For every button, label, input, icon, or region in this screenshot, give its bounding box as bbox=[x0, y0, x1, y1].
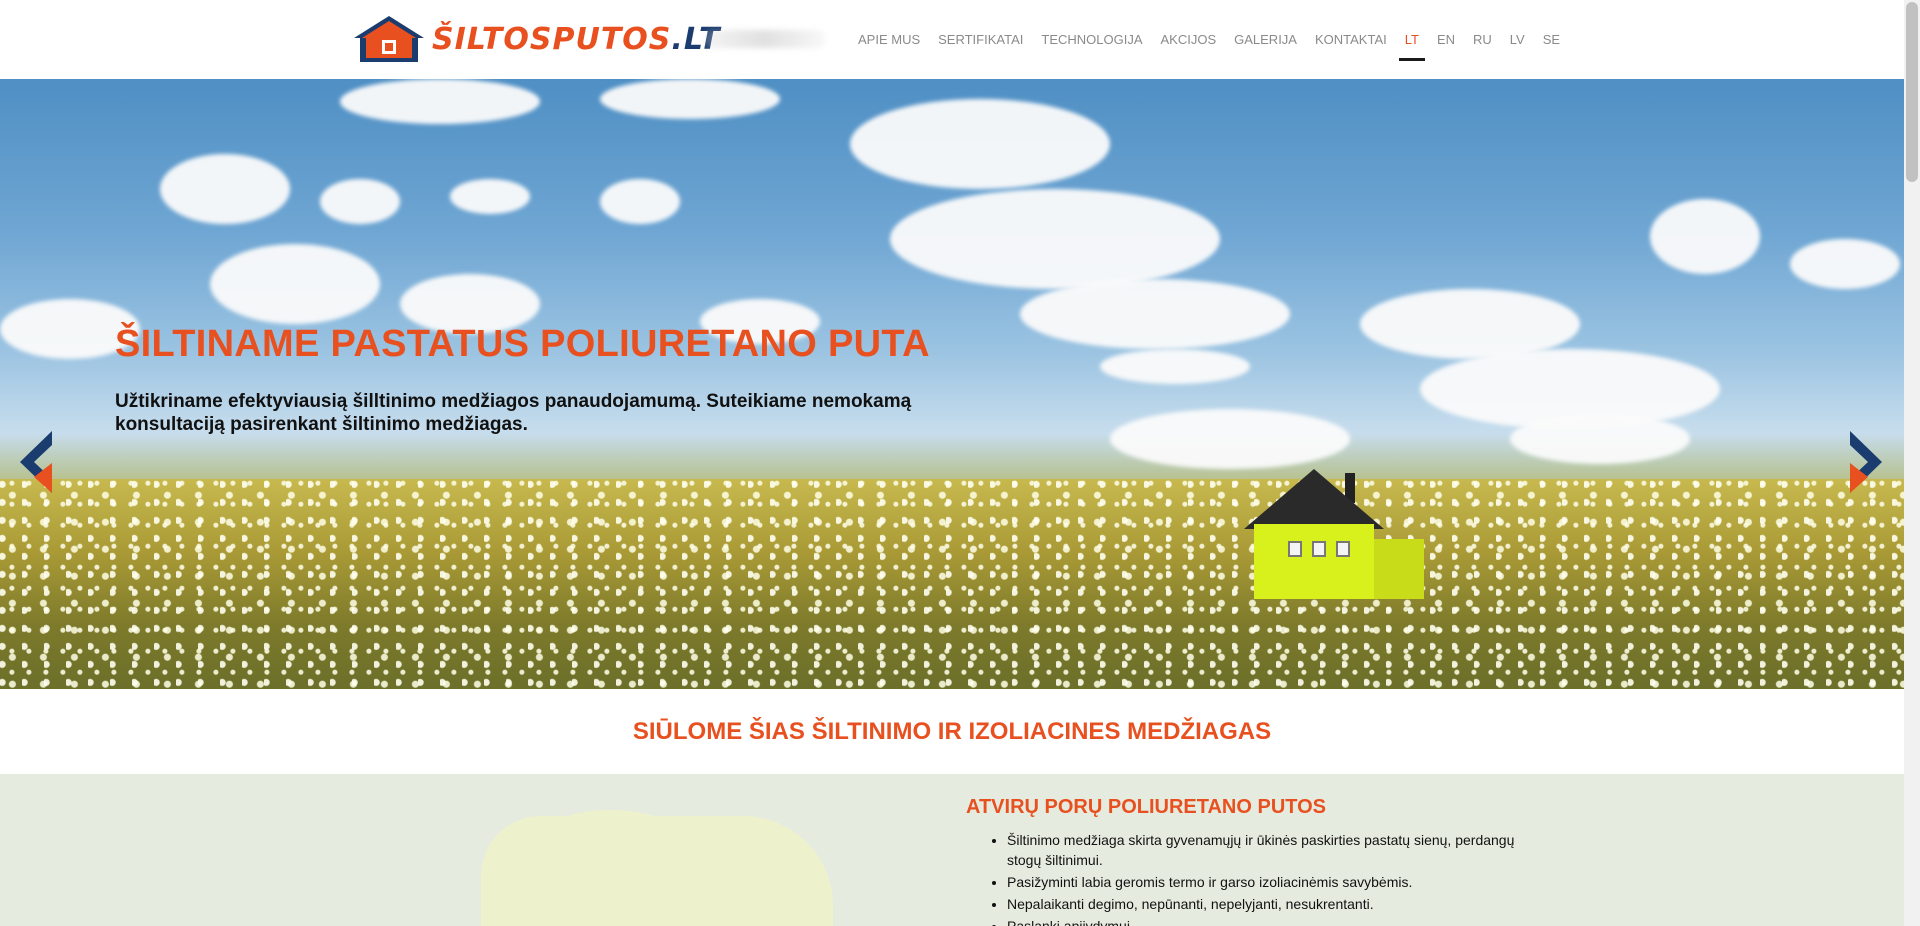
cloud bbox=[450, 179, 530, 214]
cloud bbox=[210, 244, 380, 324]
cloud bbox=[890, 189, 1220, 289]
nav-item-technologija[interactable]: TECHNOLOGIJA bbox=[1032, 31, 1151, 49]
nav-item-sertifikatai[interactable]: SERTIFIKATAI bbox=[929, 31, 1032, 49]
cloud bbox=[1020, 279, 1290, 349]
slider-next-arrow-icon[interactable] bbox=[1850, 431, 1882, 493]
slider-prev-arrow-icon[interactable] bbox=[20, 431, 52, 493]
list-item: Šiltinimo medžiaga skirta gyvenamųjų ir … bbox=[1007, 830, 1527, 870]
nav-item-kontaktai[interactable]: KONTAKTAI bbox=[1306, 31, 1396, 49]
cloud bbox=[850, 99, 1110, 189]
scrollbar-thumb[interactable] bbox=[1906, 2, 1918, 182]
flower-field bbox=[0, 479, 1904, 689]
logo-wordmark: ŠILTOSPUTOS.LT bbox=[432, 22, 720, 57]
house-logo-icon bbox=[354, 16, 424, 62]
cloud bbox=[340, 79, 540, 124]
list-item: Pasižymintі labia geromis termo ir garso… bbox=[1007, 872, 1527, 892]
site-header: ŠILTOSPUTOS.LT APIE MUS SERTIFIKATAI TEC… bbox=[0, 0, 1904, 79]
section-title: SIŪLOME ŠIAS ŠILTINIMO IR IZOLIACINES ME… bbox=[632, 718, 1272, 745]
page-scrollbar[interactable] bbox=[1904, 0, 1920, 926]
logo-name: ŠILTOSPUTOS bbox=[432, 21, 672, 57]
product-feature-list: Šiltinimo medžiaga skirta gyvenamųjų ir … bbox=[1007, 830, 1527, 926]
list-item: Nepalaikanti degimo, nepūnanti, nepelyja… bbox=[1007, 894, 1527, 914]
product-title[interactable]: ATVIRŲ PORŲ POLIURETANO PUTOS bbox=[966, 796, 1326, 819]
nav-item-akcijos[interactable]: AKCIJOS bbox=[1152, 31, 1226, 49]
hero-subtitle: Užtikriname efektyviausią šilltinimo med… bbox=[115, 391, 912, 435]
cloud bbox=[1110, 409, 1350, 469]
lang-en[interactable]: EN bbox=[1428, 31, 1464, 49]
product-section bbox=[0, 774, 1904, 926]
nav-item-galerija[interactable]: GALERIJA bbox=[1225, 31, 1306, 49]
foam-sample-image bbox=[481, 810, 833, 926]
lang-lt[interactable]: LT bbox=[1396, 31, 1428, 61]
cloud bbox=[1100, 349, 1250, 384]
list-item: Paslanki apiivdymui bbox=[1007, 916, 1527, 926]
cloud bbox=[1790, 239, 1900, 289]
blurred-tagline bbox=[705, 30, 825, 48]
cloud bbox=[320, 179, 400, 224]
lang-ru[interactable]: RU bbox=[1464, 31, 1501, 49]
cloud bbox=[600, 179, 680, 224]
main-nav: APIE MUS SERTIFIKATAI TECHNOLOGIJA AKCIJ… bbox=[849, 0, 1569, 79]
nav-item-apie-mus[interactable]: APIE MUS bbox=[849, 31, 929, 49]
yellow-house-image bbox=[1244, 469, 1430, 599]
cloud bbox=[1510, 414, 1690, 464]
lang-lv[interactable]: LV bbox=[1501, 31, 1534, 49]
hero-title: ŠILTINAME PASTATUS POLIURETANO PUTA bbox=[115, 323, 930, 365]
site-logo[interactable]: ŠILTOSPUTOS.LT bbox=[352, 14, 720, 64]
cloud bbox=[600, 79, 780, 119]
hero-slider bbox=[0, 79, 1904, 689]
cloud bbox=[1650, 199, 1760, 274]
lang-se[interactable]: SE bbox=[1534, 31, 1569, 49]
cloud bbox=[160, 154, 290, 224]
